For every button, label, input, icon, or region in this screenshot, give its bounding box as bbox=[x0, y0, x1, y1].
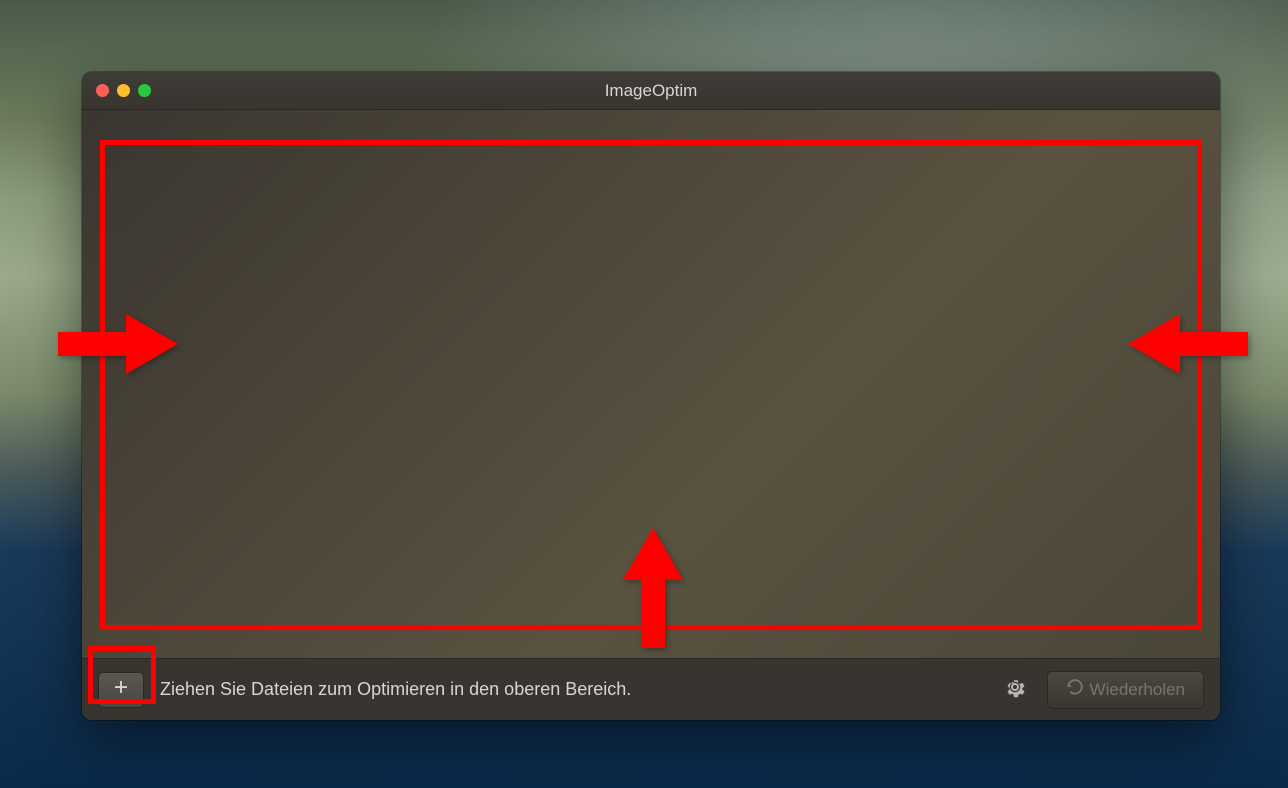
maximize-button[interactable] bbox=[138, 84, 151, 97]
plus-icon bbox=[112, 678, 130, 701]
close-button[interactable] bbox=[96, 84, 109, 97]
repeat-button[interactable]: Wiederholen bbox=[1047, 671, 1204, 709]
add-files-button[interactable] bbox=[98, 672, 144, 708]
app-window: ImageOptim Ziehen Sie Dateien zum Optimi… bbox=[82, 72, 1220, 720]
minimize-button[interactable] bbox=[117, 84, 130, 97]
status-text: Ziehen Sie Dateien zum Optimieren in den… bbox=[160, 679, 983, 700]
gear-icon bbox=[1003, 675, 1027, 704]
traffic-lights bbox=[96, 84, 151, 97]
title-bar[interactable]: ImageOptim bbox=[82, 72, 1220, 110]
bottom-toolbar: Ziehen Sie Dateien zum Optimieren in den… bbox=[82, 658, 1220, 720]
settings-button[interactable] bbox=[999, 674, 1031, 706]
window-title: ImageOptim bbox=[605, 81, 698, 101]
drop-zone[interactable] bbox=[82, 110, 1220, 658]
repeat-button-label: Wiederholen bbox=[1090, 680, 1185, 700]
refresh-icon bbox=[1066, 678, 1084, 701]
